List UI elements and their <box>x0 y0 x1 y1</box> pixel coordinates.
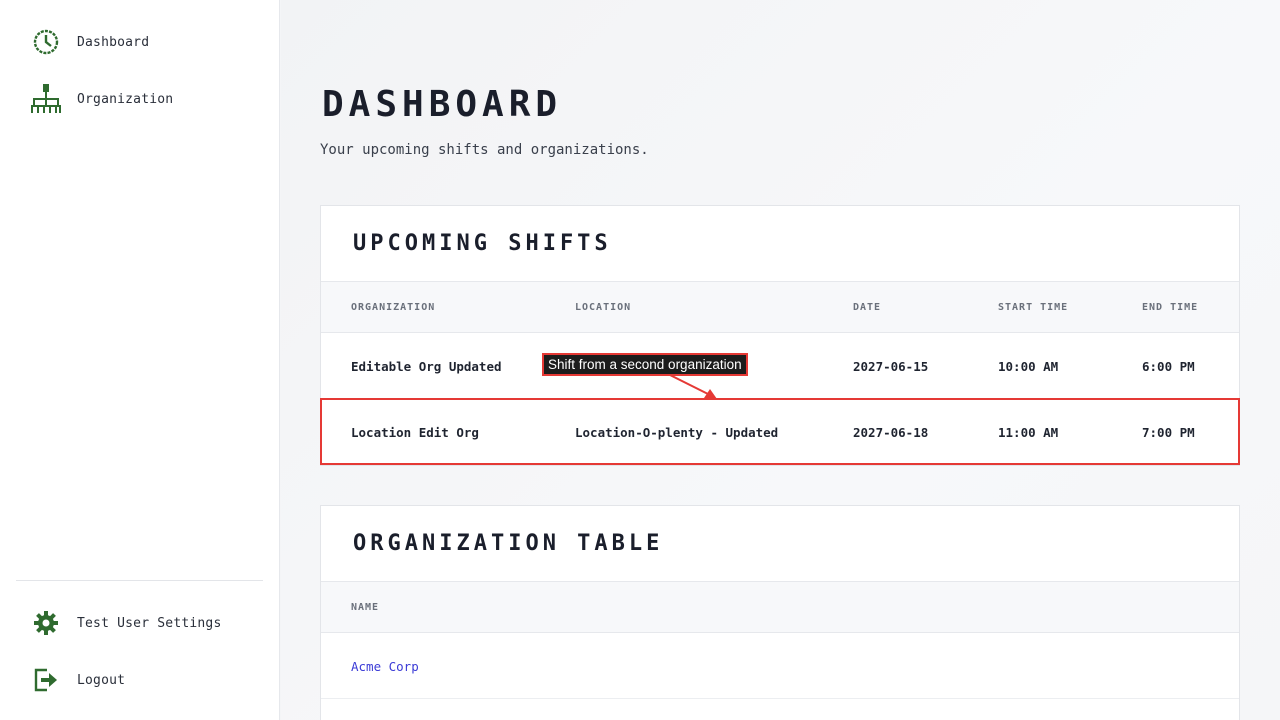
cell-end-time: 6:00 PM <box>1142 358 1195 374</box>
sidebar-divider <box>16 580 263 581</box>
column-header-start-time: Start Time <box>998 302 1069 313</box>
page-subtitle: Your upcoming shifts and organizations. <box>320 142 649 158</box>
cell-date: 2027-06-18 <box>853 424 929 440</box>
sidebar-item-label: Logout <box>77 672 126 688</box>
organization-table-card: Organization Table Name Acme Corp <box>320 505 1240 720</box>
cell-start-time: 10:00 AM <box>998 358 1059 374</box>
table-row: Location Edit Org Location-O-plenty - Up… <box>321 399 1239 465</box>
sidebar-item-organization[interactable]: Organization <box>28 81 173 117</box>
org-link-acme-corp[interactable]: Acme Corp <box>351 633 419 699</box>
cell-start-time: 11:00 AM <box>998 424 1059 440</box>
org-table-header: Name <box>321 582 1239 633</box>
sidebar-item-label: Test User Settings <box>77 615 222 631</box>
cell-organization: Location Edit Org <box>351 424 479 440</box>
page-title: Dashboard <box>322 84 563 125</box>
column-header-date: Date <box>853 302 882 313</box>
column-header-organization: Organization <box>351 302 436 313</box>
organization-table-title: Organization Table <box>321 506 1239 582</box>
cell-location: Location-O-plenty - Updated <box>575 424 779 440</box>
clock-icon <box>28 24 64 60</box>
gear-icon <box>28 605 64 641</box>
shifts-table-header: Organization Location Date Start Time En… <box>321 282 1239 333</box>
column-header-end-time: End Time <box>1142 302 1199 313</box>
cell-date: 2027-06-15 <box>853 358 929 374</box>
main-content: Dashboard Your upcoming shifts and organ… <box>281 0 1280 720</box>
column-header-name: Name <box>351 602 380 613</box>
sidebar-item-label: Dashboard <box>77 34 150 50</box>
sidebar-item-logout[interactable]: Logout <box>28 662 125 698</box>
column-header-location: Location <box>575 302 632 313</box>
table-row: Acme Corp <box>321 633 1239 699</box>
sidebar-item-settings[interactable]: Test User Settings <box>28 605 221 641</box>
cell-end-time: 7:00 PM <box>1142 424 1195 440</box>
sidebar-item-label: Organization <box>77 91 174 107</box>
logout-icon <box>28 662 64 698</box>
upcoming-shifts-card: Upcoming Shifts Organization Location Da… <box>320 205 1240 466</box>
cell-organization: Editable Org Updated <box>351 358 502 374</box>
upcoming-shifts-title: Upcoming Shifts <box>321 206 1239 282</box>
table-row: Editable Org Updated 2027-06-15 10:00 AM… <box>321 333 1239 399</box>
org-chart-icon <box>28 81 64 117</box>
sidebar: Dashboard Organization Test User Setting… <box>0 0 280 720</box>
annotation-label: Shift from a second organization <box>542 353 748 376</box>
sidebar-item-dashboard[interactable]: Dashboard <box>28 24 149 60</box>
